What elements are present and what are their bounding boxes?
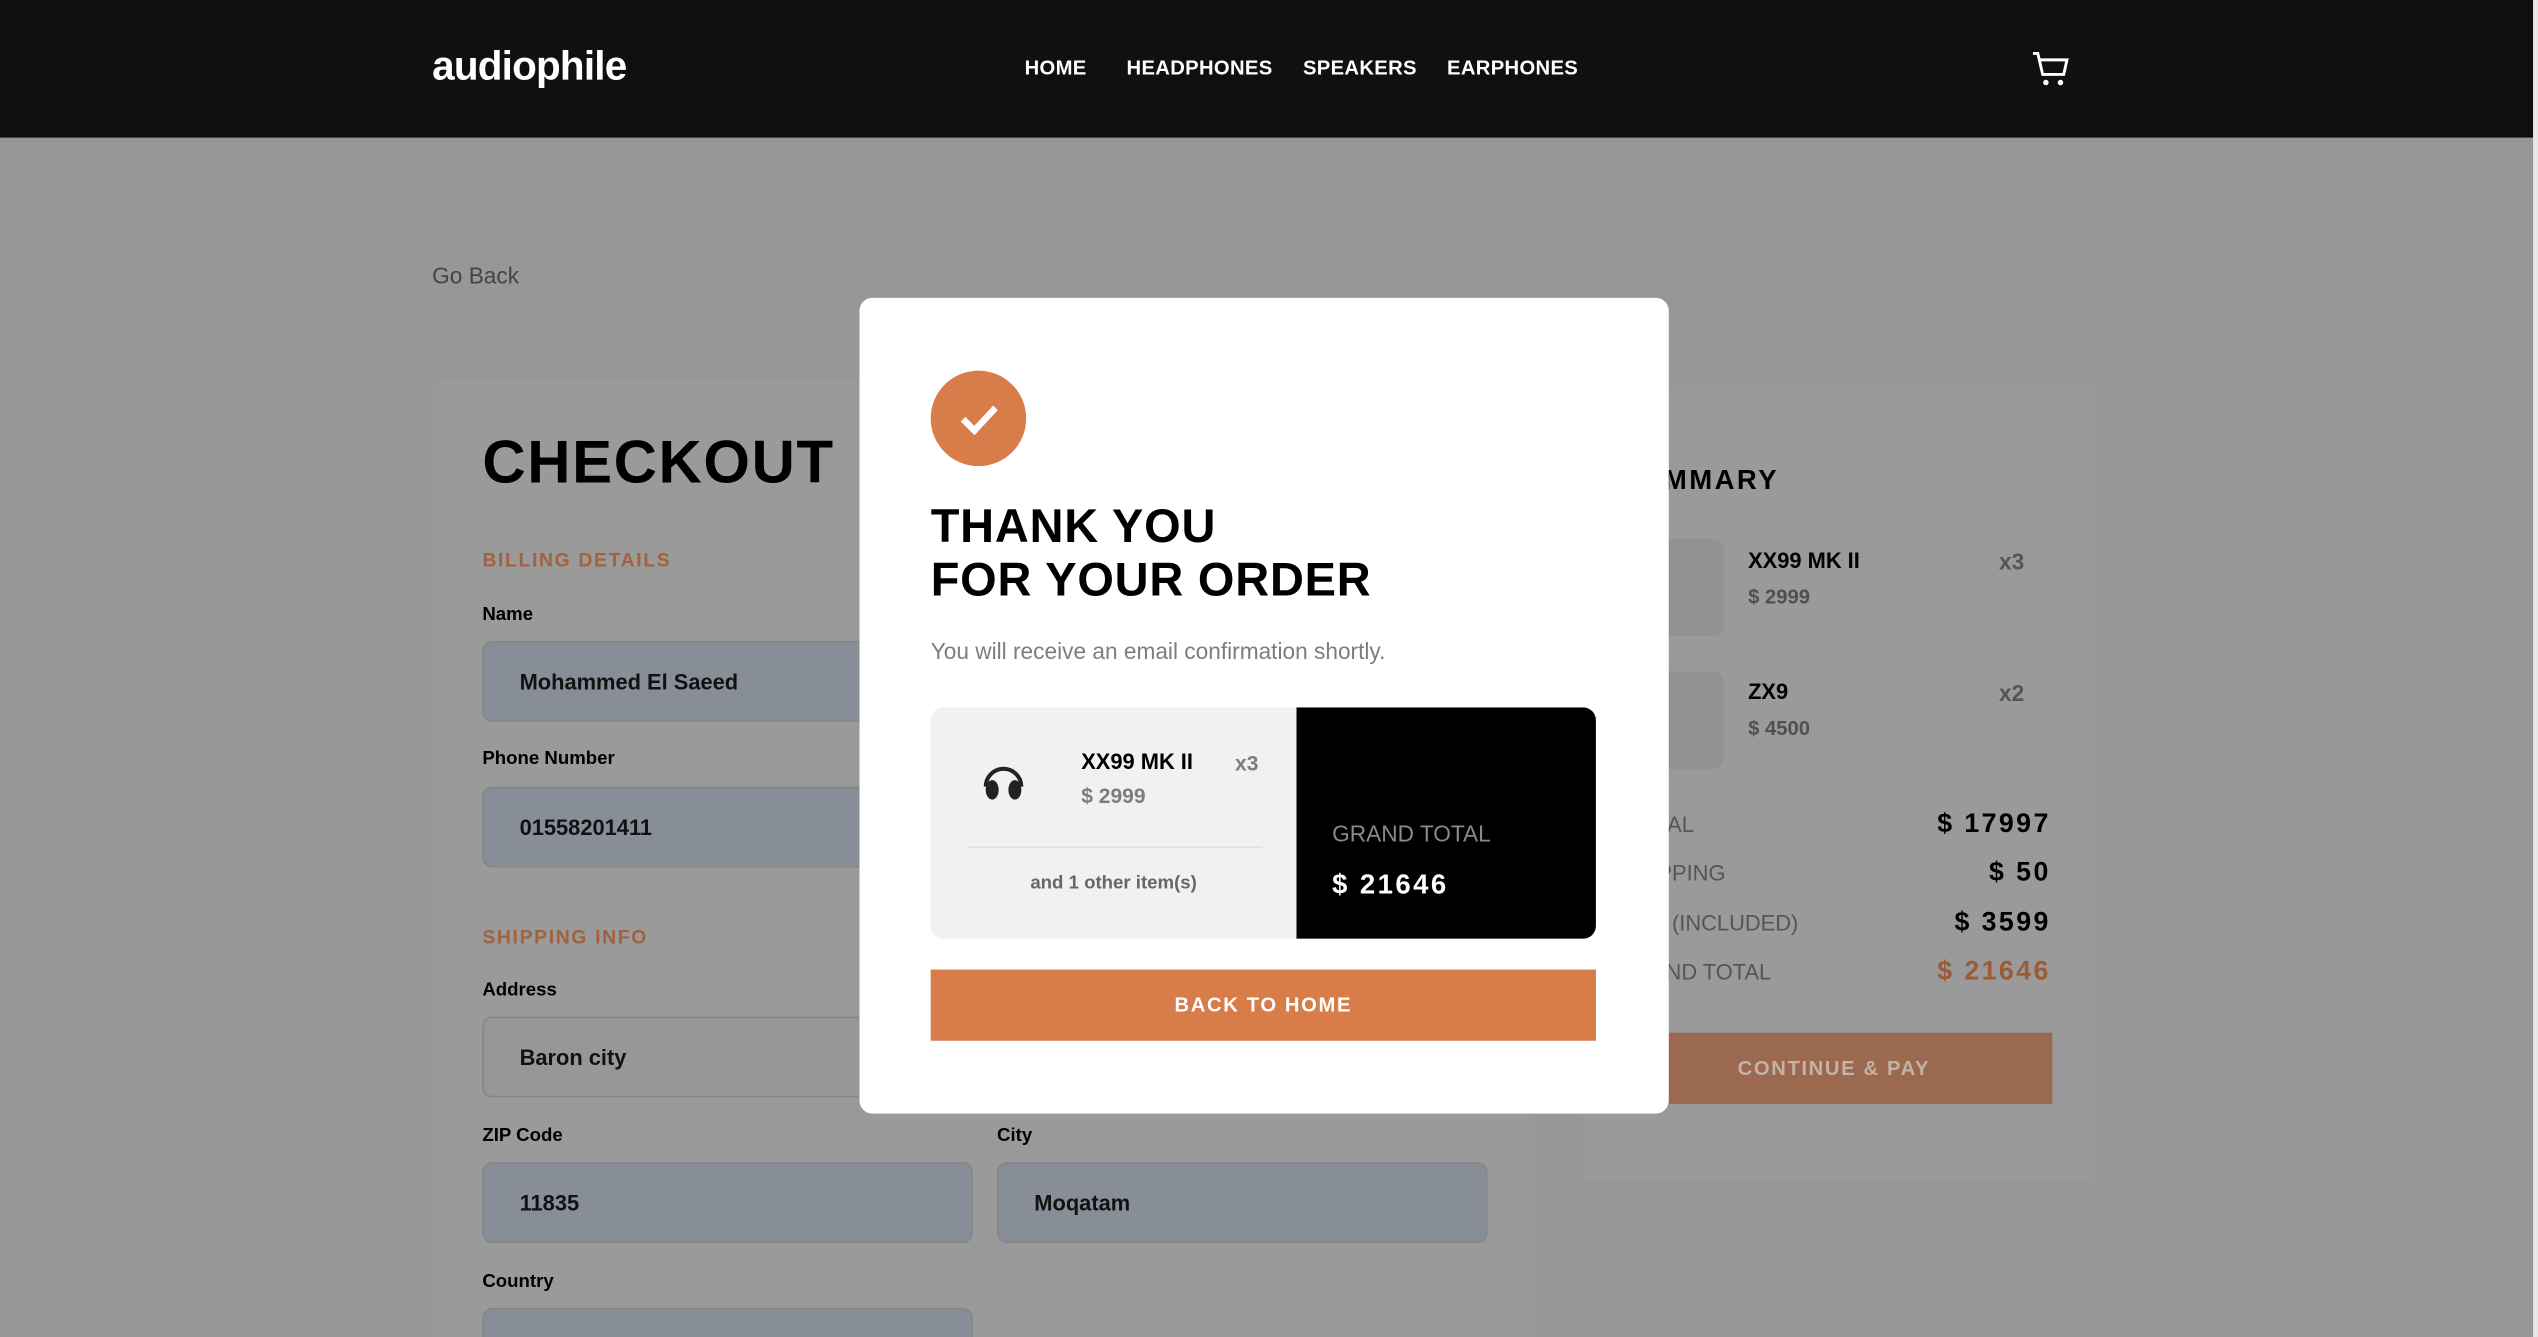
country-label: Country	[482, 1272, 554, 1292]
summary-item-qty: x3	[1998, 548, 2025, 575]
other-items-link[interactable]: and 1 other item(s)	[931, 874, 1297, 893]
nav-home[interactable]: HOME	[1025, 57, 1087, 80]
divider	[967, 846, 1263, 849]
address-label: Address	[482, 980, 557, 1001]
scrollbar[interactable]	[2533, 0, 2538, 1337]
modal-title-line-2: FOR YOUR ORDER	[930, 555, 1372, 607]
modal-item-name: XX99 MK II	[1081, 749, 1193, 774]
phone-label: Phone Number	[482, 749, 615, 769]
zip-label: ZIP Code	[482, 1126, 563, 1146]
headphones-icon	[983, 766, 1024, 800]
total-value: $ 17997	[1937, 809, 2051, 839]
summary-item-price: $ 4500	[1748, 717, 1810, 740]
country-input[interactable]	[482, 1307, 973, 1337]
modal-item-price: $ 2999	[1081, 783, 1146, 808]
modal-grand-total-label: GRAND TOTAL	[1332, 820, 1491, 847]
summary-item-name: XX99 MK II	[1748, 548, 1860, 573]
modal-subtitle: You will receive an email confirmation s…	[930, 637, 1386, 664]
order-confirmation-modal: THANK YOU FOR YOUR ORDER You will receiv…	[859, 297, 1669, 1114]
zip-input[interactable]: 11835	[482, 1162, 973, 1244]
order-item-panel: XX99 MK II $ 2999 x3 and 1 other item(s)	[930, 707, 1297, 939]
vat-value: $ 3599	[1954, 908, 2051, 938]
logo[interactable]: audiophile	[432, 44, 627, 91]
city-label: City	[997, 1126, 1033, 1146]
continue-pay-button[interactable]: CONTINUE & PAY	[1615, 1032, 2053, 1104]
nav-headphones[interactable]: HEADPHONES	[1127, 57, 1273, 80]
nav-earphones[interactable]: EARPHONES	[1447, 57, 1578, 80]
grand-total-value: $ 21646	[1937, 956, 2051, 986]
shipping-info-heading: SHIPPING INFO	[482, 925, 648, 949]
nav-speakers[interactable]: SPEAKERS	[1303, 57, 1417, 80]
summary-title: MMARY	[1663, 464, 1779, 496]
city-input[interactable]: Moqatam	[997, 1162, 1488, 1244]
top-nav-bar: audiophile HOME HEADPHONES SPEAKERS EARP…	[0, 0, 2534, 138]
summary-item-name: ZX9	[1748, 679, 1789, 705]
cart-icon[interactable]	[2031, 51, 2070, 88]
modal-item-qty: x3	[1234, 751, 1259, 776]
modal-grand-total-value: $ 21646	[1332, 869, 1449, 900]
name-label: Name	[482, 605, 534, 625]
go-back-link[interactable]: Go Back	[432, 262, 519, 288]
order-summary-box: XX99 MK II $ 2999 x3 and 1 other item(s)…	[930, 707, 1596, 939]
total-label: AL	[1667, 812, 1694, 837]
modal-title-line-1: THANK YOU	[930, 501, 1217, 554]
summary-item-price: $ 2999	[1748, 585, 1810, 609]
shipping-value: $ 50	[1989, 857, 2051, 887]
summary-item-qty: x2	[1998, 679, 2025, 706]
grand-total-panel: GRAND TOTAL $ 21646	[1296, 707, 1596, 939]
check-icon	[930, 370, 1027, 467]
checkout-title: CHECKOUT	[482, 428, 835, 496]
back-to-home-button[interactable]: BACK TO HOME	[930, 969, 1596, 1041]
billing-details-heading: BILLING DETAILS	[482, 548, 672, 572]
modal-title: THANK YOU FOR YOUR ORDER	[931, 502, 1372, 609]
